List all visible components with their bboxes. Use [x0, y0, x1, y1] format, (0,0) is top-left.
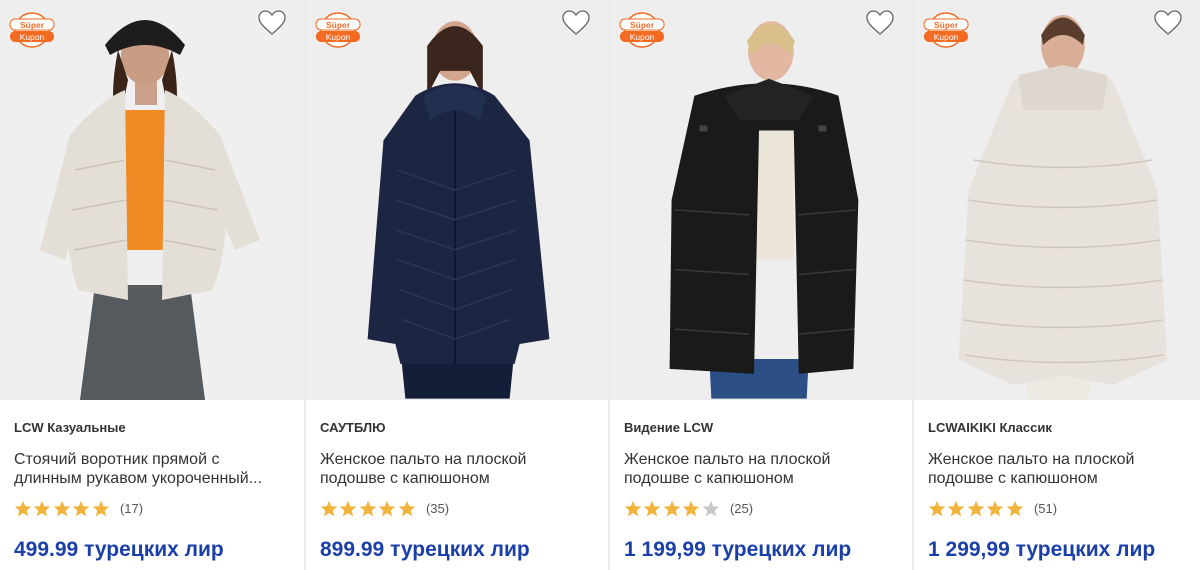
product-image[interactable]: Süper Kupon — [306, 0, 608, 400]
star-filled-icon — [663, 500, 680, 516]
product-image[interactable]: Süper Kupon — [0, 0, 304, 400]
product-title[interactable]: Женское пальто на плоской подошве с капю… — [320, 450, 590, 488]
model-photo — [306, 1, 608, 399]
star-filled-icon — [624, 500, 642, 516]
svg-text:Süper: Süper — [934, 20, 959, 30]
heart-outline-icon[interactable] — [258, 10, 286, 36]
product-card[interactable]: Süper Kupon САУТБЛЮ Женское пальто на пл… — [304, 0, 608, 570]
product-rating: (17) — [14, 499, 304, 517]
model-photo — [0, 0, 304, 400]
rating-stars — [624, 500, 721, 517]
product-price: 899.99 турецких лир — [320, 538, 530, 562]
product-price: 499.99 турецких лир — [14, 538, 224, 562]
rating-stars — [928, 500, 1025, 517]
star-filled-icon — [340, 500, 357, 516]
rating-stars — [14, 500, 111, 517]
super-kupon-badge-icon: Süper Kupon — [9, 12, 55, 48]
review-count: (25) — [729, 500, 754, 516]
svg-text:Kupon: Kupon — [630, 32, 655, 42]
super-kupon-badge-icon: Süper Kupon — [923, 12, 969, 48]
review-count: (35) — [425, 500, 450, 516]
star-filled-icon — [53, 500, 70, 516]
star-filled-icon — [644, 500, 661, 516]
brand-name: LCWAIKIKI Классик — [928, 420, 1052, 435]
price-currency: турецких лир — [711, 538, 852, 561]
product-title[interactable]: Женское пальто на плоской подошве с капю… — [928, 450, 1198, 488]
model-photo — [914, 0, 1200, 400]
product-title[interactable]: Женское пальто на плоской подошве с капю… — [624, 450, 894, 488]
brand-name: LCW Казуальные — [14, 420, 126, 435]
star-filled-icon — [379, 500, 396, 516]
brand-name: Видение LCW — [624, 420, 714, 435]
product-rating: (35) — [320, 499, 608, 517]
star-filled-icon — [948, 500, 965, 516]
product-card[interactable]: Süper Kupon Видение LCW Женское пальто н… — [608, 0, 912, 570]
svg-text:Süper: Süper — [326, 20, 351, 30]
review-count: (51) — [1033, 500, 1058, 516]
star-filled-icon — [928, 500, 946, 516]
star-filled-icon — [73, 500, 90, 516]
star-filled-icon — [967, 500, 984, 516]
review-count: (17) — [119, 500, 144, 516]
price-currency: турецких лир — [84, 538, 224, 561]
star-filled-icon — [359, 500, 376, 516]
svg-text:Kupon: Kupon — [20, 32, 45, 42]
star-filled-icon — [320, 500, 338, 516]
product-price: 1 299,99 турецких лир — [928, 538, 1155, 562]
super-kupon-badge-icon: Süper Kupon — [619, 12, 665, 48]
star-filled-icon — [1006, 500, 1023, 516]
price-currency: турецких лир — [390, 538, 530, 561]
svg-text:Kupon: Kupon — [934, 32, 959, 42]
star-empty-icon — [702, 500, 719, 516]
product-rating: (51) — [928, 499, 1200, 517]
product-image[interactable]: Süper Kupon — [914, 0, 1200, 400]
svg-text:Süper: Süper — [20, 20, 45, 30]
svg-text:Kupon: Kupon — [326, 32, 351, 42]
model-photo — [610, 1, 912, 399]
product-rating: (25) — [624, 499, 912, 517]
star-filled-icon — [34, 500, 51, 516]
product-title[interactable]: Стоячий воротник прямой с длинным рукаво… — [14, 450, 284, 488]
star-filled-icon — [987, 500, 1004, 516]
price-amount: 499.99 — [14, 538, 79, 561]
product-card[interactable]: Süper Kupon LCW Казуальные Стоячий ворот… — [0, 0, 304, 570]
price-amount: 1 199,99 — [624, 538, 706, 561]
star-filled-icon — [398, 500, 415, 516]
price-currency: турецких лир — [1015, 538, 1156, 561]
heart-outline-icon[interactable] — [1154, 10, 1182, 36]
price-amount: 1 299,99 — [928, 538, 1010, 561]
rating-stars — [320, 500, 417, 517]
product-price: 1 199,99 турецких лир — [624, 538, 851, 562]
heart-outline-icon[interactable] — [866, 10, 894, 36]
super-kupon-badge-icon: Süper Kupon — [315, 12, 361, 48]
star-filled-icon — [14, 500, 32, 516]
star-filled-icon — [683, 500, 700, 516]
product-card[interactable]: Süper Kupon LCWAIKIKI Классик Женское па… — [912, 0, 1200, 570]
star-filled-icon — [92, 500, 109, 516]
price-amount: 899.99 — [320, 538, 385, 561]
heart-outline-icon[interactable] — [562, 10, 590, 36]
svg-text:Süper: Süper — [630, 20, 655, 30]
product-image[interactable]: Süper Kupon — [610, 0, 912, 400]
brand-name: САУТБЛЮ — [320, 420, 386, 435]
product-grid: Süper Kupon LCW Казуальные Стоячий ворот… — [0, 0, 1200, 570]
